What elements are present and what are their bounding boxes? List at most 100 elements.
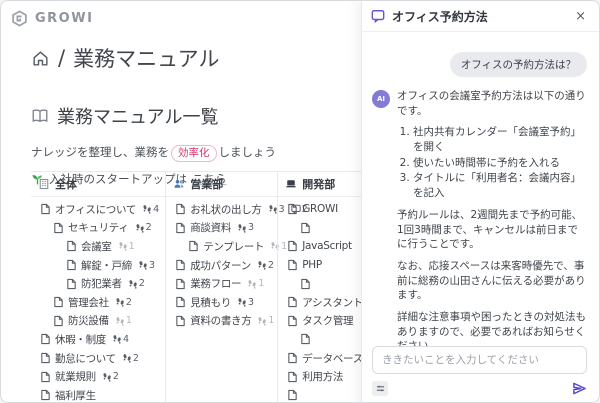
input-options-icon[interactable]: [372, 381, 388, 396]
tree-item[interactable]: タスク管理: [278, 312, 363, 331]
tree-item[interactable]: テンプレート1: [166, 237, 277, 256]
column-header: 開発部: [278, 172, 363, 197]
seen-users-count: 4: [112, 334, 129, 345]
tree-item[interactable]: 勤怠について 2: [31, 349, 165, 368]
tree-item-label: 商談資料: [190, 220, 231, 235]
send-button[interactable]: [572, 381, 587, 396]
tree-item-label: お礼状の出し方: [190, 202, 261, 217]
chat-title: オフィス予約方法: [392, 8, 565, 25]
column-eigyobu: 営業部 お礼状の出し方32商談資料3テンプレート1成功パターン2業務フロー1見積…: [165, 172, 277, 403]
seen-users-count: 1: [118, 241, 135, 252]
doc-icon: [66, 240, 77, 252]
tree-item[interactable]: 商談資料 3: [166, 219, 277, 238]
tree-item[interactable]: アシスタント: [278, 293, 363, 312]
tree-item[interactable]: 福利厚生: [31, 386, 165, 403]
doc-icon: [40, 389, 51, 401]
tree-item[interactable]: 会議室1: [31, 237, 165, 256]
tree-item[interactable]: 解錠・戸締3: [31, 256, 165, 275]
doc-icon: [53, 296, 64, 308]
tree-item-label: 勤怠について: [55, 351, 116, 366]
manual-tree-table: 全体 オフィスについて4セキュリティ2会議室1解錠・戸締3防犯業者2管理会社2防…: [31, 171, 363, 403]
tree-item[interactable]: 管理会社 2: [31, 293, 165, 312]
seen-users-count: 3: [237, 222, 254, 233]
tree-item-label: 休暇・制度: [55, 332, 106, 347]
tree-item[interactable]: [278, 274, 363, 293]
user-message-bubble: オフィスの予約方法は？: [450, 52, 587, 77]
column-kaihatsubu: 開発部 GROWI JavaScriptPHP アシスタントタスク管理データベース利…: [277, 172, 363, 403]
tree-item-label: 防犯業者: [81, 276, 122, 291]
tree-item[interactable]: 休暇・制度 4: [31, 330, 165, 349]
doc-icon: [66, 278, 77, 290]
tree-item[interactable]: [278, 386, 363, 403]
app-header: GROWI: [1, 1, 363, 27]
doc-icon: [287, 371, 298, 383]
doc-icon: [287, 203, 298, 215]
column-header-label: 開発部: [302, 176, 335, 192]
seen-users-count: 2: [102, 371, 119, 382]
doc-icon: [40, 371, 51, 383]
tree-item[interactable]: GROWI: [278, 200, 363, 219]
tree-item[interactable]: データベース: [278, 349, 363, 368]
ai-chat-panel: オフィス予約方法 × オフィスの予約方法は？ AI オフィスの会議室予約方法は以…: [361, 1, 599, 403]
ai-message: オフィスの会議室予約方法は以下の通りです。 社内共有カレンダー「会議室予約」を開…: [397, 89, 587, 346]
tree-item-label: 福利厚生: [55, 388, 96, 403]
doc-icon: [287, 389, 298, 401]
tree-item-label: 防災設備: [68, 313, 109, 328]
tree-item-label: 見積もり: [190, 295, 231, 310]
doc-icon: [287, 240, 298, 252]
column-header: 営業部: [166, 172, 277, 197]
doc-icon: [175, 296, 186, 308]
tree-item[interactable]: 防犯業者2: [31, 274, 165, 293]
tree-item[interactable]: お礼状の出し方32: [166, 200, 277, 219]
tree-item[interactable]: 資料の書き方1: [166, 312, 277, 331]
seen-users-count: 2: [122, 353, 139, 364]
tree-item[interactable]: PHP: [278, 256, 363, 275]
page-title: 業務マニュアル: [73, 43, 219, 73]
tree-item[interactable]: [278, 330, 363, 349]
ai-message-row: AI オフィスの会議室予約方法は以下の通りです。 社内共有カレンダー「会議室予約…: [372, 89, 587, 346]
tree-item[interactable]: 防災設備1: [31, 312, 165, 331]
tree-item-label: テンプレート: [203, 239, 264, 254]
chat-header: オフィス予約方法 ×: [362, 1, 599, 32]
ai-step: タイトルに「利用者名：会議内容」を記入: [413, 171, 587, 200]
laptop-icon: [285, 178, 297, 190]
doc-icon: [175, 278, 186, 290]
tree-item[interactable]: 業務フロー1: [166, 274, 277, 293]
close-icon[interactable]: ×: [572, 8, 589, 25]
chat-bubble-icon: [371, 9, 385, 23]
chat-input[interactable]: [372, 346, 587, 374]
seen-users-count: 2: [115, 297, 132, 308]
growi-logo-icon[interactable]: [11, 10, 28, 27]
doc-icon: [53, 315, 64, 327]
column-zentai: 全体 オフィスについて4セキュリティ2会議室1解錠・戸締3防犯業者2管理会社2防…: [31, 172, 165, 403]
tree-item[interactable]: セキュリティ2: [31, 219, 165, 238]
tree-item-label: 成功パターン: [190, 258, 251, 273]
column-header: 全体: [31, 172, 165, 197]
doc-icon: [287, 352, 298, 364]
tree-item[interactable]: JavaScript: [278, 237, 363, 256]
tree-item[interactable]: オフィスについて4: [31, 200, 165, 219]
doc-icon: [175, 315, 186, 327]
ai-paragraph: なお、応接スペースは来客時優先で、事前に総務の山田さんに伝える必要があります。: [397, 259, 587, 303]
doc-icon: [53, 222, 64, 234]
tree-item-label: セキュリティ: [68, 220, 129, 235]
tree-item[interactable]: 見積もり3: [166, 293, 277, 312]
app-logo-text[interactable]: GROWI: [35, 11, 93, 26]
tree-item-label: 業務フロー: [190, 276, 241, 291]
chat-footer: [362, 346, 599, 403]
tree-item[interactable]: 就業規則2: [31, 367, 165, 386]
tree-item[interactable]: [278, 219, 363, 238]
tree-item[interactable]: 利用方法: [278, 367, 363, 386]
doc-icon: [287, 315, 298, 327]
tree-item[interactable]: 成功パターン2: [166, 256, 277, 275]
breadcrumb-separator: /: [58, 46, 65, 70]
breadcrumb[interactable]: / 業務マニュアル: [31, 43, 363, 73]
home-icon: [31, 49, 50, 68]
ai-paragraph: オフィスの会議室予約方法は以下の通りです。: [397, 89, 587, 118]
intro-text-post: しましょう: [219, 145, 277, 159]
tree-item-label: 管理会社: [68, 295, 109, 310]
ai-paragraph: 詳細な注意事項や困ったときの対処法もありますので、必要であればお知らせください: [397, 310, 587, 346]
doc-icon: [300, 278, 311, 290]
tree-item-label: データベース: [302, 351, 363, 366]
people-icon: [173, 178, 185, 190]
